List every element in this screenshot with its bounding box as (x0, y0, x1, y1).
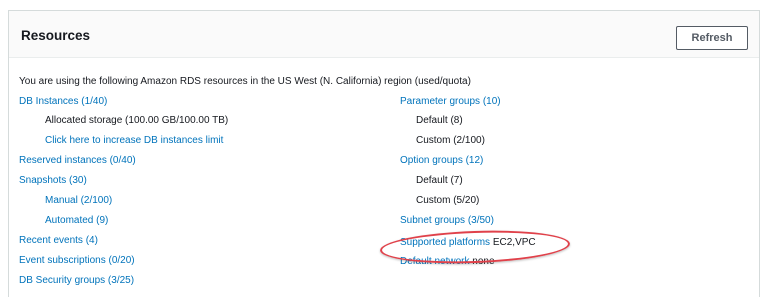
option-groups-custom: Custom (5/20) (416, 195, 480, 206)
parameter-groups-link[interactable]: Parameter groups (10) (400, 96, 501, 108)
option-groups-default: Default (7) (416, 175, 463, 186)
refresh-button[interactable]: Refresh (676, 26, 748, 50)
cropped-top-text (0, 0, 770, 8)
reserved-instances-link[interactable]: Reserved instances (0/40) (19, 155, 136, 167)
db-instances-link[interactable]: DB Instances (1/40) (19, 96, 107, 108)
increase-limit-link[interactable]: Click here to increase DB instances limi… (45, 135, 223, 147)
resources-intro: You are using the following Amazon RDS r… (19, 76, 471, 87)
panel-header: Resources Refresh (9, 11, 759, 58)
panel-title: Resources (21, 28, 91, 43)
automated-snapshots-link[interactable]: Automated (9) (45, 215, 108, 227)
subnet-groups-link[interactable]: Subnet groups (3/50) (400, 215, 494, 227)
snapshots-link[interactable]: Snapshots (30) (19, 175, 87, 187)
manual-snapshots-link[interactable]: Manual (2/100) (45, 195, 112, 207)
recent-events-link[interactable]: Recent events (4) (19, 235, 98, 247)
parameter-groups-default: Default (8) (416, 115, 463, 126)
parameter-groups-custom: Custom (2/100) (416, 135, 485, 146)
db-security-groups-link[interactable]: DB Security groups (3/25) (19, 275, 134, 287)
allocated-storage: Allocated storage (100.00 GB/100.00 TB) (45, 115, 229, 126)
option-groups-link[interactable]: Option groups (12) (400, 155, 483, 167)
event-subscriptions-link[interactable]: Event subscriptions (0/20) (19, 255, 135, 267)
